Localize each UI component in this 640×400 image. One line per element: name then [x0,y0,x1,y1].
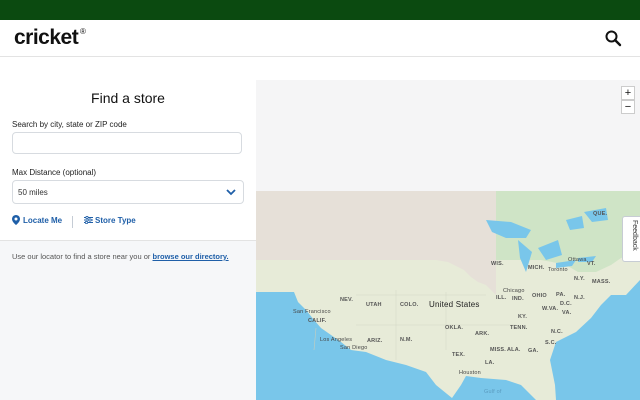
zoom-out-button[interactable]: − [621,100,635,114]
search-card: Find a store Search by city, state or ZI… [0,80,256,241]
filter-icon [84,216,93,224]
map-label-chicago: Chicago [503,288,525,294]
cricket-logo[interactable]: cricket [14,26,79,50]
map-label-ny: N.Y. [574,276,585,282]
map-label-wis: WIS. [491,261,504,267]
map-label-la-state: LA. [485,360,495,366]
map-label-nev: NEV. [340,297,354,303]
map-label-ind: IND. [512,296,524,302]
map-label-ky: KY. [518,314,528,320]
helper-text-body: Use our locator to find a store near you… [12,252,153,261]
map-label-mass: MASS. [592,279,611,285]
map-label-dc: D.C. [560,301,572,307]
map-label-ga: GA. [528,348,539,354]
map-label-colo: COLO. [400,302,419,308]
map-label-va: VA. [562,310,572,316]
map-label-que: QUE. [593,211,608,217]
map-label-nj: N.J. [574,295,585,301]
store-map[interactable]: QUE. WIS. MICH. Ottawa VT. N.Y. Toronto … [256,80,640,400]
map-label-mich: MICH. [528,265,545,271]
map-label-ark: ARK. [475,331,490,337]
map-label-ariz: ARIZ. [367,338,383,344]
search-label: Search by city, state or ZIP code [12,120,127,129]
map-graphic [256,191,640,400]
map-label-tenn: TENN. [510,325,528,331]
map-label-tex: TEX. [452,352,466,358]
map-label-los-angeles: Los Angeles [320,337,353,343]
distance-label: Max Distance (optional) [12,168,97,177]
map-label-ohio: OHIO [532,293,547,299]
map-label-utah: UTAH [366,302,382,308]
search-icon [605,30,622,47]
map-label-houston: Houston [459,370,481,376]
map-label-vt: VT. [587,261,596,267]
distance-select[interactable]: 50 miles [12,180,244,204]
store-locator-panel: Find a store Search by city, state or ZI… [0,80,256,400]
map-label-ala: ALA. [507,347,521,353]
map-label-san-diego: San Diego [340,345,368,351]
action-divider [72,216,73,228]
map-label-pa: PA. [556,292,566,298]
map-label-sc: S.C. [545,340,557,346]
map-label-ill: ILL. [496,295,507,301]
helper-text: Use our locator to find a store near you… [12,252,229,261]
locate-me-label: Locate Me [23,216,63,225]
browse-directory-link[interactable]: browse our directory. [153,252,229,261]
top-brand-bar [0,0,640,20]
chevron-down-icon [226,189,236,196]
logo-mark-icon: ® [80,27,86,36]
search-button[interactable] [604,29,622,47]
map-label-ottawa: Ottawa [568,257,587,263]
map-label-wva: W.VA. [542,306,559,312]
locator-actions: Locate Me Store Type [12,215,252,230]
map-label-nm: N.M. [400,337,413,343]
feedback-tab[interactable]: Feedback [622,216,640,262]
map-label-okla: OKLA. [445,325,464,331]
map-label-nc: N.C. [551,329,563,335]
location-pin-icon [12,215,20,225]
map-label-country: United States [429,300,480,309]
map-label-san-francisco: San Francisco [293,309,331,315]
map-label-calif: CALIF. [308,318,327,324]
map-label-toronto: Toronto [548,267,568,273]
store-type-label: Store Type [95,216,136,225]
search-input[interactable] [12,132,242,154]
map-label-miss: MISS. [490,347,506,353]
feedback-label: Feedback [631,220,638,251]
distance-select-value: 50 miles [18,188,48,197]
map-label-gulf: Gulf of [484,389,502,395]
page-title: Find a store [91,90,165,106]
site-header: cricket ® [0,20,640,57]
zoom-in-button[interactable]: + [621,86,635,100]
